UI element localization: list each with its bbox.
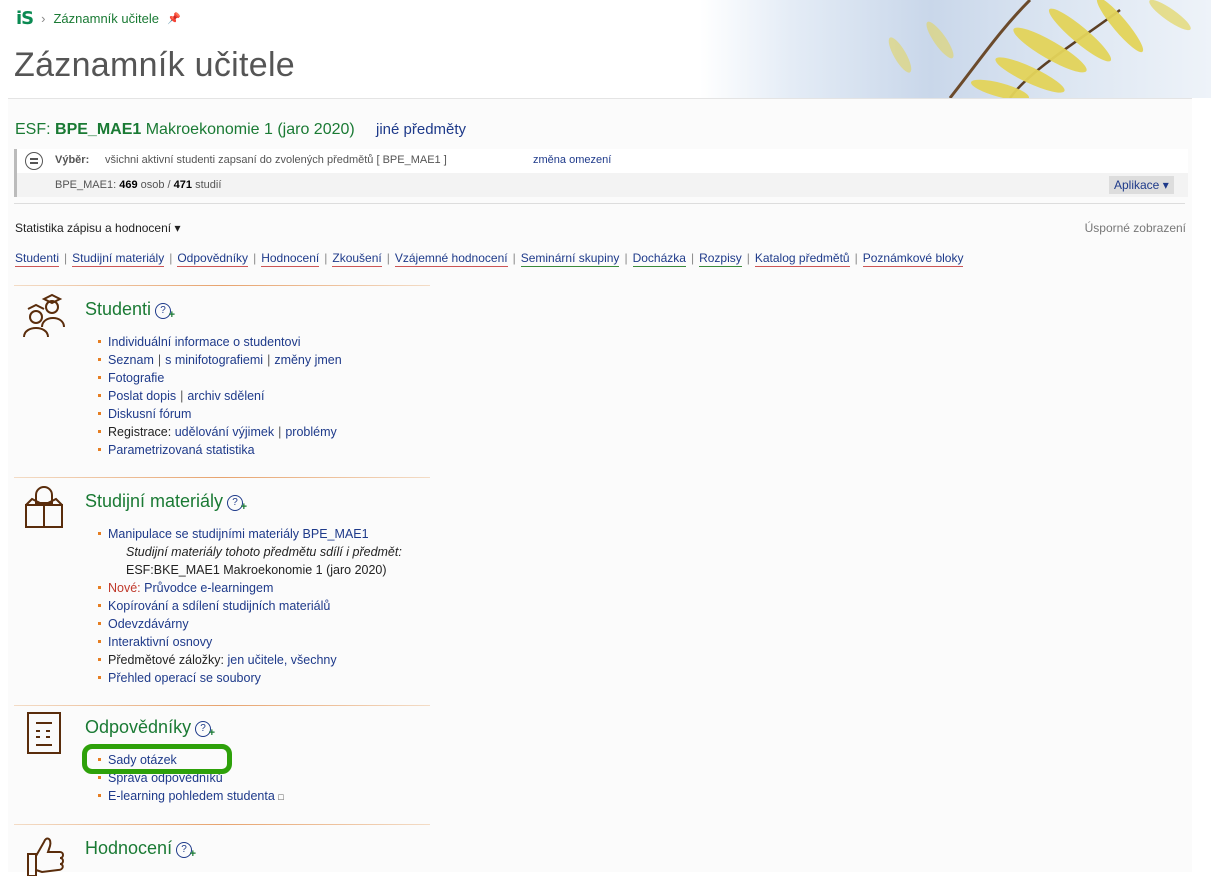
- section-nav: Studenti | Studijní materiály | Odpovědníky |…: [15, 251, 964, 267]
- link-problems[interactable]: problémy: [285, 425, 336, 439]
- filter-stats: BPE_MAE1: 469 osob / 471 studií: [55, 179, 222, 191]
- list-item[interactable]: Interaktivní osnovy: [98, 633, 402, 651]
- nav-katalog-predmetu[interactable]: Katalog předmětů: [754, 251, 850, 267]
- link-send-mail[interactable]: Poslat dopis: [108, 389, 176, 403]
- pin-icon[interactable]: 📌: [167, 12, 181, 25]
- change-filter-link[interactable]: změna omezení: [533, 154, 611, 166]
- help-icon[interactable]: ?: [176, 842, 196, 861]
- list-item[interactable]: Fotografie: [98, 369, 342, 387]
- nav-hodnoceni[interactable]: Hodnocení: [261, 251, 320, 267]
- list-item: Seznam | s minifotografiemi | změny jmen: [98, 351, 342, 369]
- link-bookmarks-all[interactable]: všechny: [291, 653, 337, 667]
- thumbs-up-icon: [27, 837, 64, 876]
- list-item[interactable]: Individuální informace o studentovi: [98, 333, 342, 351]
- section-title-materials[interactable]: Studijní materiály?: [85, 491, 247, 514]
- list-item[interactable]: Kopírování a sdílení studijních materiál…: [98, 597, 402, 615]
- list-item[interactable]: E-learning pohledem studenta □: [98, 787, 284, 806]
- list-item[interactable]: Diskusní fórum: [98, 405, 342, 423]
- course-heading: ESF: BPE_MAE1 Makroekonomie 1 (jaro 2020…: [15, 121, 355, 139]
- list-icon: [25, 152, 43, 170]
- header-banner-image: [700, 0, 1211, 98]
- is-logo[interactable]: iS: [16, 8, 34, 29]
- page-title: Záznamník učitele: [14, 46, 296, 84]
- caret-down-icon: ▾: [1162, 178, 1169, 192]
- compact-view-link[interactable]: Úsporné zobrazení: [1085, 221, 1186, 235]
- link-elearning-guide[interactable]: Průvodce e-learningem: [144, 581, 273, 595]
- list-item: Registrace: udělování výjimek | problémy: [98, 423, 342, 441]
- catkin-branch-image: [888, 0, 1191, 98]
- link-minifoto[interactable]: s minifotografiemi: [165, 353, 263, 367]
- shared-course: ESF:BKE_MAE1 Makroekonomie 1 (jaro 2020): [126, 563, 387, 577]
- link-archive[interactable]: archiv sdělení: [187, 389, 264, 403]
- section-title-students[interactable]: Studenti?: [85, 299, 175, 322]
- list-item[interactable]: Odevzdávárny: [98, 615, 402, 633]
- list-item: Nové: Průvodce e-learningem: [98, 579, 402, 597]
- list-item[interactable]: Parametrizovaná statistika: [98, 441, 342, 459]
- nav-seminarni-skupiny[interactable]: Seminární skupiny: [520, 251, 620, 267]
- divider: [14, 203, 1185, 204]
- other-courses-link[interactable]: jiné předměty: [376, 121, 466, 138]
- help-icon[interactable]: ?: [155, 303, 175, 322]
- materials-icon: [25, 486, 63, 528]
- caret-down-icon: ▾: [174, 221, 181, 235]
- apps-dropdown-button[interactable]: Aplikace ▾: [1109, 176, 1174, 194]
- list-item: Poslat dopis | archiv sdělení: [98, 387, 342, 405]
- help-icon[interactable]: ?: [195, 721, 215, 740]
- section-title-grading[interactable]: Hodnocení?: [85, 838, 196, 861]
- course-code: BPE_MAE1: [55, 121, 142, 138]
- highlight-annotation: [82, 744, 232, 774]
- nav-studijni-materialy[interactable]: Studijní materiály: [72, 251, 165, 267]
- shared-note: Studijní materiály tohoto předmětu sdílí…: [126, 545, 402, 559]
- link-exceptions[interactable]: udělování výjimek: [175, 425, 274, 439]
- stats-dropdown[interactable]: Statistika zápisu a hodnocení ▾: [15, 221, 180, 235]
- nav-rozpisy[interactable]: Rozpisy: [699, 251, 742, 267]
- students-icon: [23, 293, 65, 337]
- filter-text: všichni aktivní studenti zapsaní do zvol…: [105, 154, 447, 166]
- nav-dochazka[interactable]: Docházka: [632, 251, 686, 267]
- list-item[interactable]: Přehled operací se soubory: [98, 669, 402, 687]
- nav-odpovedniky[interactable]: Odpovědníky: [177, 251, 249, 267]
- section-students: Studenti? Individuální informace o stude…: [14, 285, 430, 475]
- breadcrumb: iS › Záznamník učitele 📌: [16, 8, 181, 29]
- nav-zkouseni[interactable]: Zkoušení: [332, 251, 382, 267]
- nav-studenti[interactable]: Studenti: [15, 251, 60, 267]
- header: iS › Záznamník učitele 📌 Záznamník učite…: [0, 0, 1211, 98]
- link-name-changes[interactable]: změny jmen: [274, 353, 341, 367]
- chevron-right-icon: ›: [41, 11, 46, 26]
- filter-label: Výběr:: [55, 154, 90, 166]
- course-faculty: ESF:: [15, 121, 51, 138]
- list-item: Předmětové záložky: jen učitele, všechny: [98, 651, 402, 669]
- link-bookmarks-teachers[interactable]: jen učitele: [228, 653, 284, 667]
- list-item[interactable]: Manipulace se studijními materiály BPE_M…: [98, 525, 402, 543]
- nav-vzajemne-hodnoceni[interactable]: Vzájemné hodnocení: [394, 251, 508, 267]
- selection-filter: Výběr: všichni aktivní studenti zapsaní …: [14, 149, 1188, 197]
- quiz-icon: [27, 712, 61, 754]
- help-icon[interactable]: ?: [227, 495, 247, 514]
- breadcrumb-link[interactable]: Záznamník učitele: [53, 11, 159, 26]
- nav-poznamkove-bloky[interactable]: Poznámkové bloky: [862, 251, 964, 267]
- link-list[interactable]: Seznam: [108, 353, 154, 367]
- section-materials: Studijní materiály? Manipulace se studij…: [14, 477, 430, 703]
- popup-icon: □: [278, 792, 284, 802]
- section-title-quizzes[interactable]: Odpovědníky?: [85, 717, 215, 740]
- section-grading: Hodnocení?: [14, 824, 430, 876]
- course-name: Makroekonomie 1 (jaro 2020): [145, 121, 355, 138]
